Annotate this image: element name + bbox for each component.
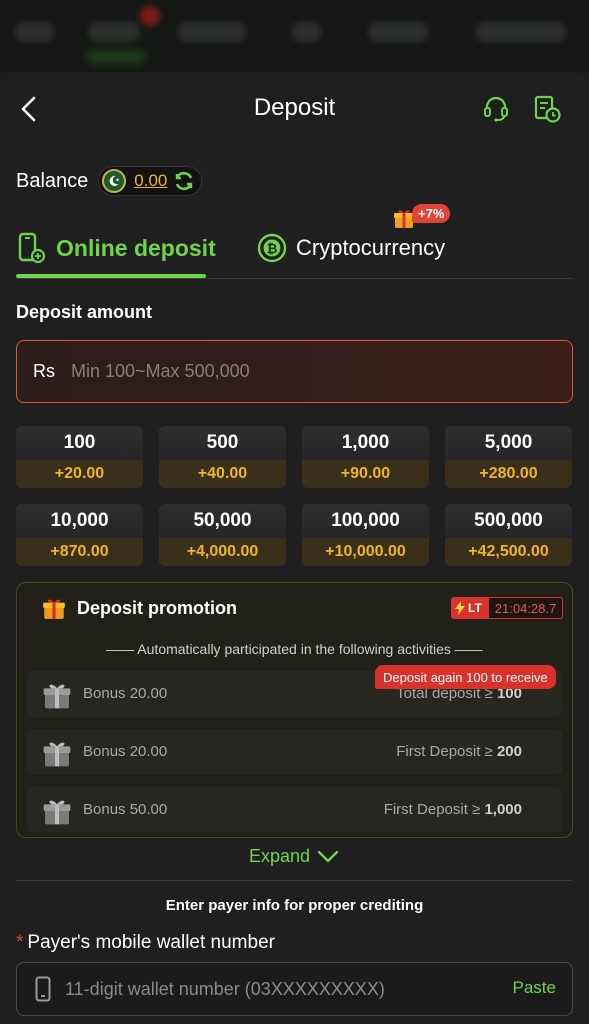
- wallet-number-input[interactable]: 11-digit wallet number (03XXXXXXXXX) Pas…: [16, 962, 573, 1016]
- wallet-number-label: * Payer's mobile wallet number: [16, 932, 275, 953]
- preset-bonus: +280.00: [445, 460, 572, 488]
- deposit-promotion-card: Deposit promotion LT 21:04:28.7 —— Autom…: [16, 582, 573, 838]
- support-headset-icon: [484, 96, 508, 122]
- balance-value[interactable]: 0.00: [134, 171, 167, 191]
- deposit-again-tip: Deposit again 100 to receive: [375, 665, 556, 689]
- preset-amount-chip[interactable]: 100 +20.00: [16, 426, 143, 488]
- tab-cryptocurrency-label: Cryptocurrency: [296, 235, 446, 260]
- chevron-down-icon: [317, 850, 339, 863]
- bitcoin-icon: ₿: [257, 233, 287, 263]
- preset-bonus: +90.00: [302, 460, 429, 488]
- phone-deposit-icon: [18, 232, 46, 264]
- preset-amount: 100: [16, 426, 143, 460]
- back-button[interactable]: [14, 94, 44, 124]
- preset-bonus: +20.00: [16, 460, 143, 488]
- promotion-condition: First Deposit ≥ 1,000: [383, 801, 522, 818]
- pakistan-flag-icon: [102, 169, 127, 193]
- preset-amount-chip[interactable]: 50,000 +4,000.00: [159, 504, 286, 566]
- countdown-timer: 21:04:28.7: [487, 597, 564, 619]
- expand-label: Expand: [248, 845, 311, 866]
- gift-icon: [43, 684, 71, 709]
- limited-time-badge: LT: [451, 597, 488, 619]
- tab-divider: [16, 278, 573, 279]
- expand-button[interactable]: Expand: [0, 842, 589, 870]
- preset-amount-chip[interactable]: 10,000 +870.00: [16, 504, 143, 566]
- tab-cryptocurrency[interactable]: ₿ Cryptocurrency: [256, 220, 445, 276]
- preset-bonus: +10,000.00: [302, 538, 429, 566]
- refresh-icon[interactable]: [173, 170, 195, 192]
- preset-amount-chip[interactable]: 100,000 +10,000.00: [302, 504, 429, 566]
- deposit-history-button[interactable]: [530, 92, 564, 126]
- preset-amount-chip[interactable]: 500,000 +42,500.00: [445, 504, 572, 566]
- support-button[interactable]: [480, 92, 512, 124]
- background-app-bar: [0, 0, 589, 72]
- preset-amount: 5,000: [445, 426, 572, 460]
- preset-bonus: +870.00: [16, 538, 143, 566]
- promotion-subtitle: —— Automatically participated in the fol…: [106, 641, 483, 657]
- header: Deposit: [0, 72, 589, 146]
- preset-amount: 100,000: [302, 504, 429, 538]
- svg-text:₿: ₿: [267, 242, 278, 257]
- preset-amount: 500: [159, 426, 286, 460]
- deposit-amount-title: Deposit amount: [16, 302, 153, 322]
- preset-amount: 1,000: [302, 426, 429, 460]
- preset-amount: 50,000: [159, 504, 286, 538]
- lightning-icon: [455, 601, 465, 615]
- promotion-item: Bonus 50.00 First Deposit ≥ 1,000: [27, 787, 562, 833]
- section-divider: [16, 880, 573, 881]
- promotion-title: Deposit promotion: [77, 597, 237, 618]
- preset-amount: 500,000: [445, 504, 572, 538]
- gift-icon: [43, 800, 71, 825]
- paste-button[interactable]: Paste: [513, 978, 556, 998]
- preset-amount-chip[interactable]: 5,000 +280.00: [445, 426, 572, 488]
- preset-amount: 10,000: [16, 504, 143, 538]
- gift-icon: [43, 742, 71, 767]
- promotion-condition: First Deposit ≥ 200: [396, 743, 522, 760]
- preset-bonus: +40.00: [159, 460, 286, 488]
- deposit-method-tabs: Online deposit ₿ Cryptocurrency: [0, 220, 589, 280]
- tab-online-deposit-label: Online deposit: [56, 234, 216, 261]
- amount-placeholder: Min 100~Max 500,000: [71, 361, 250, 381]
- mobile-phone-icon: [35, 976, 51, 1002]
- preset-amount-chip[interactable]: 500 +40.00: [159, 426, 286, 488]
- currency-prefix: Rs: [33, 361, 55, 381]
- balance-pill: 0.00: [98, 166, 203, 196]
- wallet-number-placeholder: 11-digit wallet number (03XXXXXXXXX): [65, 978, 385, 999]
- promotion-bonus-label: Bonus 20.00: [83, 743, 168, 760]
- balance-label: Balance: [16, 169, 89, 192]
- balance-row: Balance 0.00: [16, 166, 203, 196]
- promotion-item: Bonus 20.00 First Deposit ≥ 200: [27, 729, 562, 775]
- promotion-header: Deposit promotion: [41, 595, 237, 621]
- payer-info-hint: Enter payer info for proper crediting: [165, 897, 424, 914]
- preset-amount-chip[interactable]: 1,000 +90.00: [302, 426, 429, 488]
- required-mark: *: [16, 932, 24, 953]
- gift-icon: [43, 599, 65, 619]
- tab-online-deposit[interactable]: Online deposit: [16, 220, 216, 276]
- promotion-bonus-label: Bonus 20.00: [83, 685, 168, 702]
- history-icon: [534, 95, 561, 123]
- promotion-timer: LT 21:04:28.7: [451, 597, 564, 619]
- preset-bonus: +4,000.00: [159, 538, 286, 566]
- preset-bonus: +42,500.00: [445, 538, 572, 566]
- promotion-bonus-label: Bonus 50.00: [83, 801, 168, 818]
- deposit-amount-input[interactable]: Rs Min 100~Max 500,000: [16, 340, 573, 403]
- deposit-sheet: Deposit Balance 0.00 +7% Online deposit …: [0, 72, 589, 1024]
- back-icon: [21, 96, 36, 122]
- limited-time-label: LT: [468, 601, 482, 615]
